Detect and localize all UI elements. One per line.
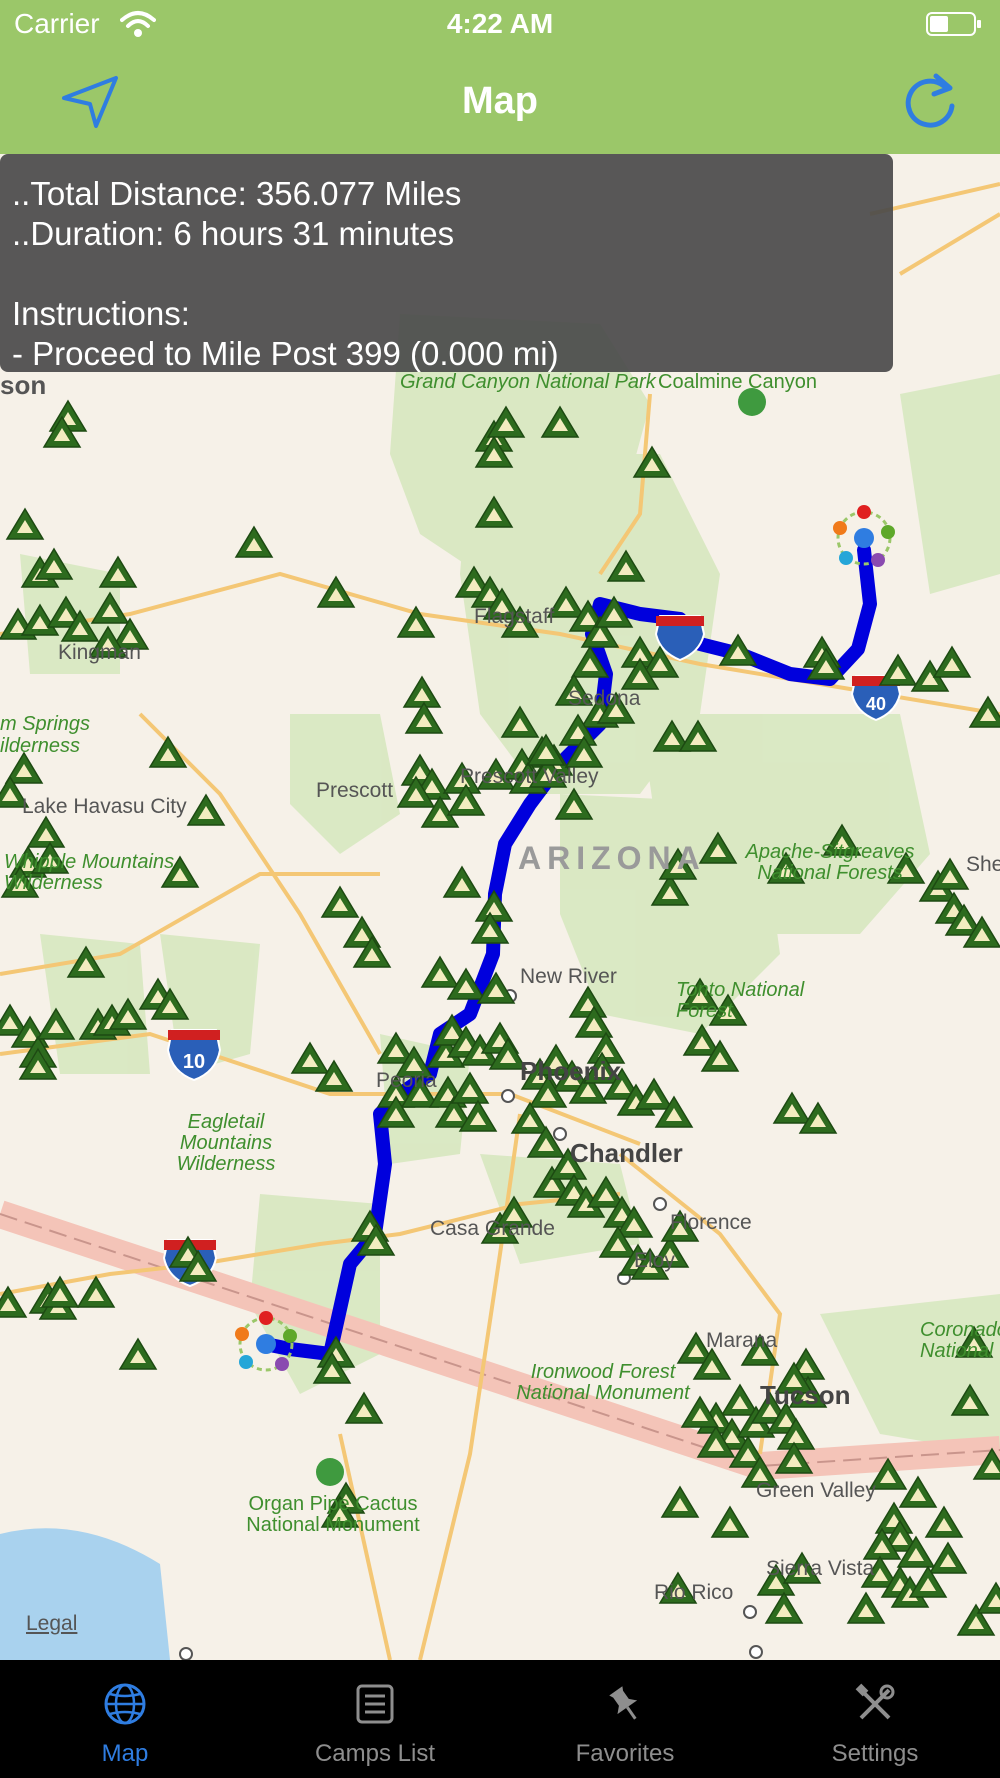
label-grand-canyon: Grand Canyon National Park [400, 371, 656, 393]
label-whipple: Whipple Mountains Wilderness [4, 851, 175, 894]
tab-map-label: Map [101, 1740, 149, 1767]
label-marana: Marana [706, 1329, 778, 1352]
label-coalmine-canyon: Coalmine Canyon [658, 371, 817, 393]
label-eagletail: Eagletail Mountains Wilderness [176, 1111, 276, 1175]
label-springs: m Springs [0, 713, 91, 735]
label-arizona: ARIZONA [518, 840, 706, 876]
globe-icon [104, 1683, 146, 1725]
duration-text: ..Duration: 6 hours 31 minutes [12, 215, 455, 252]
shield-i10-number: 10 [183, 1051, 205, 1073]
status-time: 4:22 AM [446, 8, 554, 39]
list-icon [356, 1684, 394, 1724]
tab-bar: Map Camps List Favorites Settings [0, 1660, 1000, 1778]
tab-map[interactable]: Map [0, 1660, 250, 1778]
label-lake-havasu: Lake Havasu City [22, 795, 187, 818]
label-flagstaff: Flagstaff [474, 605, 555, 628]
pin-icon [609, 1686, 638, 1720]
label-ironwood: Ironwood Forest National Monument [516, 1361, 690, 1404]
label-phoenix: Phoenix [520, 1056, 622, 1086]
label-sierra-vista: Sierra Vista [766, 1557, 875, 1580]
legal-link[interactable]: Legal [26, 1612, 77, 1636]
label-prescott-valley: Prescott Valley [460, 765, 599, 788]
label-prescott: Prescott [316, 779, 394, 802]
tab-settings-label: Settings [831, 1740, 919, 1767]
water-area [0, 1528, 170, 1660]
tab-favorites[interactable]: Favorites [500, 1660, 750, 1778]
label-peoria: Peoria [376, 1069, 437, 1092]
label-tonto: Tonto National Forest [676, 979, 805, 1022]
tab-camps-list[interactable]: Camps List [250, 1660, 500, 1778]
label-casa-grande: Casa Grande [430, 1217, 555, 1240]
page-title: Map [462, 80, 538, 122]
label-son: son [0, 370, 47, 400]
label-wilderness-left: ilderness [0, 735, 81, 757]
tools-icon [855, 1683, 895, 1720]
total-distance-text: ..Total Distance: 356.077 Miles [12, 175, 462, 212]
label-rio-rico: Rio Rico [654, 1581, 734, 1604]
instructions-heading: Instructions: [12, 295, 190, 332]
label-green-valley: Green Valley [756, 1479, 876, 1502]
label-she: She [966, 853, 1000, 876]
navigation-bar: Map [0, 50, 1000, 154]
tab-settings[interactable]: Settings [750, 1660, 1000, 1778]
label-chandler: Chandler [570, 1138, 683, 1168]
map-view[interactable]: 40 10 Grand Canyon National Park Coalmin… [0, 154, 1000, 1660]
tab-favorites-label: Favorites [575, 1740, 675, 1767]
instruction-item: - Proceed to Mile Post 399 (0.000 mi) [12, 335, 559, 372]
route-info-panel: ..Total Distance: 356.077 Miles ..Durati… [0, 154, 893, 372]
label-florence: Florence [670, 1211, 752, 1234]
interstate-shield-i10: 10 [166, 1029, 222, 1082]
shield-i40-number: 40 [866, 694, 886, 714]
label-tucson: Tucson [760, 1380, 851, 1410]
tab-camps-list-label: Camps List [314, 1740, 436, 1767]
label-apache: Apache-Sitgreaves National Forests [745, 841, 915, 884]
label-new-river: New River [520, 965, 617, 988]
label-sedona: Sedona [568, 687, 641, 710]
label-organ-pipe: Organ Pipe Cactus National Monument [246, 1493, 420, 1536]
refresh-icon[interactable] [900, 72, 960, 132]
battery-icon [926, 12, 981, 36]
label-eloy: Eloy [634, 1249, 675, 1272]
status-bar: Carrier 4:22 AM [0, 0, 1000, 50]
label-coronado: Coronado National [920, 1319, 1000, 1362]
label-kingman: Kingman [58, 641, 141, 664]
campsite-marker[interactable] [968, 695, 1000, 728]
